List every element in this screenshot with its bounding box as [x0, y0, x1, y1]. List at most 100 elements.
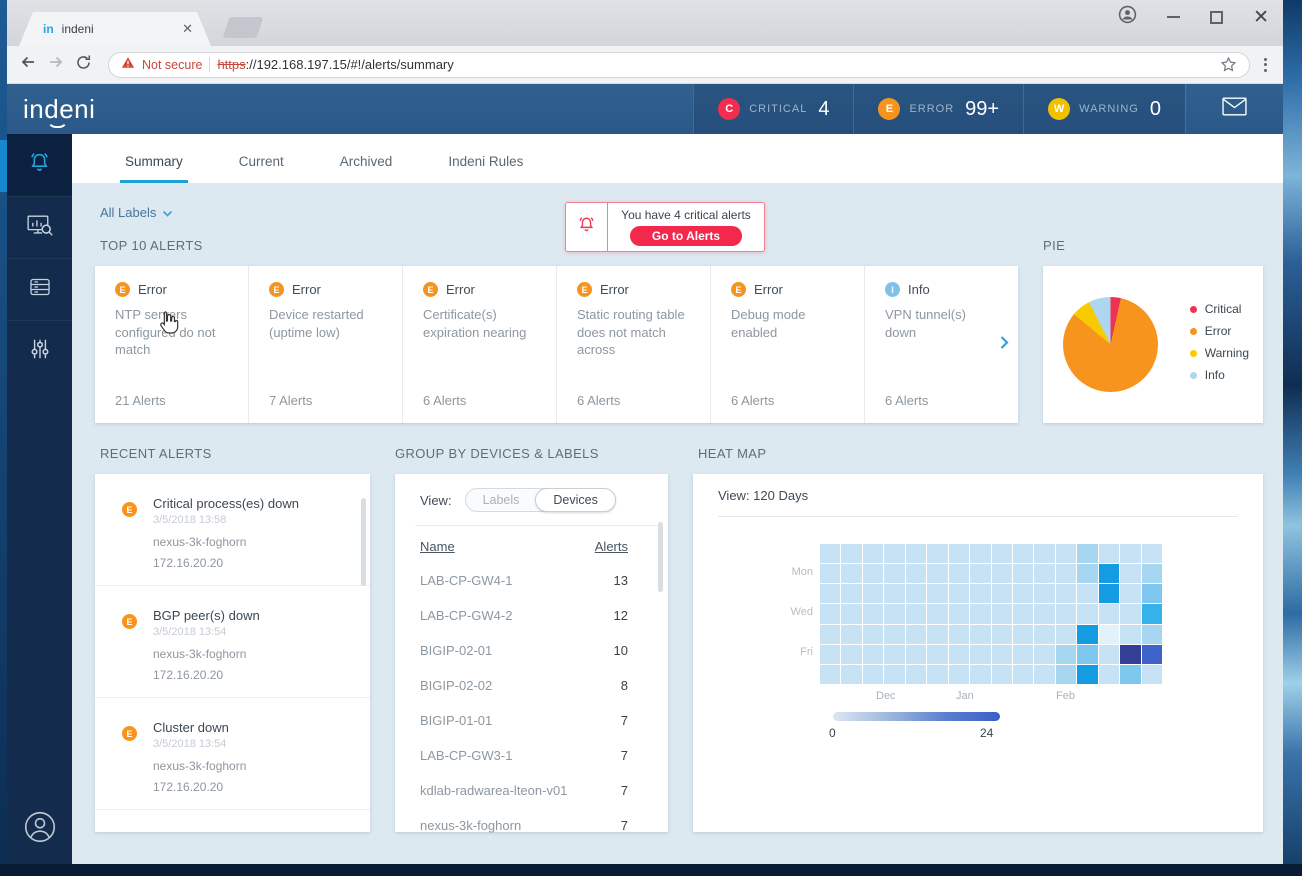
heatmap-cell[interactable]	[1012, 584, 1034, 604]
heatmap-cell[interactable]	[1034, 544, 1055, 564]
heatmap-cell[interactable]	[841, 604, 862, 624]
heatmap-cell[interactable]	[884, 624, 905, 644]
top-alert-card[interactable]: E Error Debug mode enabled 6 Alerts	[710, 266, 864, 423]
device-row[interactable]: nexus-3k-foghorn 7	[420, 808, 628, 843]
heatmap-cell[interactable]	[970, 564, 991, 584]
heatmap-cell[interactable]	[1098, 644, 1120, 664]
heatmap-cell[interactable]	[1012, 564, 1034, 584]
pie-chart[interactable]	[1063, 297, 1158, 392]
heatmap-cell[interactable]	[1120, 664, 1141, 684]
heatmap-cell[interactable]	[820, 604, 841, 624]
heatmap-cell[interactable]	[1034, 584, 1055, 604]
heatmap-cell[interactable]	[927, 584, 948, 604]
heatmap-cell[interactable]	[884, 564, 905, 584]
heatmap-cell[interactable]	[1055, 664, 1077, 684]
sidebar-item-alerts[interactable]	[7, 134, 72, 196]
heatmap-cell[interactable]	[905, 564, 927, 584]
top-alert-card[interactable]: E Error Static routing table does not matc…	[556, 266, 710, 423]
heatmap-cell[interactable]	[927, 624, 948, 644]
tab-current[interactable]: Current	[237, 154, 286, 183]
top-alert-card[interactable]: I Info VPN tunnel(s) down 6 Alerts	[864, 266, 1018, 423]
heatmap-cell[interactable]	[1098, 624, 1120, 644]
heatmap-cell[interactable]	[1098, 564, 1120, 584]
device-row[interactable]: BIGIP-01-01 7	[420, 703, 628, 738]
tab-summary[interactable]: Summary	[120, 154, 188, 183]
heatmap-cell[interactable]	[884, 644, 905, 664]
heatmap-cell[interactable]	[1141, 544, 1162, 564]
sidebar-item-devices[interactable]	[7, 258, 72, 320]
heatmap-cell[interactable]	[1098, 664, 1120, 684]
column-header-name[interactable]: Name	[420, 539, 455, 554]
heatmap-cell[interactable]	[1034, 664, 1055, 684]
heatmap-cell[interactable]	[1012, 604, 1034, 624]
recent-alert-item[interactable]: E BGP peer(s) down 3/5/2018 13:54 nexus-3k-…	[95, 586, 370, 698]
heatmap-cell[interactable]	[948, 564, 970, 584]
heatmap-cell[interactable]	[927, 664, 948, 684]
recent-alert-item[interactable]: E Critical process(es) down 3/5/2018 13:58…	[95, 474, 370, 586]
minimize-icon[interactable]	[1167, 16, 1181, 18]
heatmap-cell[interactable]	[884, 544, 905, 564]
heatmap-cell[interactable]	[927, 544, 948, 564]
heatmap-cell[interactable]	[1077, 544, 1098, 564]
heatmap-cell[interactable]	[1120, 584, 1141, 604]
heatmap-cell[interactable]	[841, 584, 862, 604]
heatmap-cell[interactable]	[948, 604, 970, 624]
heatmap-cell[interactable]	[1141, 624, 1162, 644]
heatmap-cell[interactable]	[905, 624, 927, 644]
heatmap-cell[interactable]	[862, 664, 884, 684]
heatmap-cell[interactable]	[991, 624, 1012, 644]
heatmap-cell[interactable]	[905, 664, 927, 684]
heatmap-cell[interactable]	[841, 544, 862, 564]
heatmap-cell[interactable]	[1098, 584, 1120, 604]
heatmap-cell[interactable]	[820, 584, 841, 604]
heatmap-cell[interactable]	[1120, 624, 1141, 644]
labels-filter-dropdown[interactable]: All Labels	[100, 205, 173, 220]
forward-icon[interactable]	[47, 53, 65, 76]
indeni-logo[interactable]: indeni	[7, 94, 95, 128]
heatmap-cell[interactable]	[820, 664, 841, 684]
heatmap-cell[interactable]	[841, 664, 862, 684]
not-secure-label[interactable]: Not secure	[142, 58, 202, 72]
heatmap-cell[interactable]	[884, 604, 905, 624]
heatmap-cell[interactable]	[1141, 604, 1162, 624]
heatmap-cell[interactable]	[1012, 644, 1034, 664]
heatmap-cell[interactable]	[970, 604, 991, 624]
heatmap-cell[interactable]	[1034, 564, 1055, 584]
heatmap-cell[interactable]	[1055, 604, 1077, 624]
sidebar-item-settings[interactable]	[7, 320, 72, 382]
heatmap-cell[interactable]	[1034, 644, 1055, 664]
heatmap-cell[interactable]	[1055, 564, 1077, 584]
heatmap-cell[interactable]	[1012, 624, 1034, 644]
heatmap-cell[interactable]	[991, 664, 1012, 684]
badge-critical[interactable]: C CRITICAL 4	[693, 84, 853, 134]
group-by-scrollbar[interactable]	[658, 522, 663, 592]
browser-tab[interactable]: in indeni ✕	[19, 12, 211, 46]
device-row[interactable]: LAB-CP-GW4-2 12	[420, 598, 628, 633]
heatmap-cell[interactable]	[841, 624, 862, 644]
star-icon[interactable]	[1220, 56, 1237, 73]
column-header-alerts[interactable]: Alerts	[595, 539, 628, 554]
heatmap-cell[interactable]	[905, 544, 927, 564]
heatmap-cell[interactable]	[948, 644, 970, 664]
heatmap-cell[interactable]	[991, 564, 1012, 584]
heatmap-cell[interactable]	[1034, 604, 1055, 624]
heatmap-cell[interactable]	[820, 624, 841, 644]
heatmap-cell[interactable]	[820, 564, 841, 584]
heatmap-cell[interactable]	[970, 584, 991, 604]
top-alert-card[interactable]: E Error Certificate(s) expiration nearing 6…	[402, 266, 556, 423]
heatmap-cell[interactable]	[970, 624, 991, 644]
device-row[interactable]: LAB-CP-GW4-1 13	[420, 563, 628, 598]
heatmap-cell[interactable]	[862, 544, 884, 564]
heatmap-cell[interactable]	[905, 584, 927, 604]
heatmap-cell[interactable]	[970, 544, 991, 564]
heatmap-cell[interactable]	[948, 664, 970, 684]
heatmap-cell[interactable]	[862, 644, 884, 664]
close-icon[interactable]: ✕	[1253, 8, 1269, 27]
toggle-labels[interactable]: Labels	[466, 489, 537, 511]
heatmap-cell[interactable]	[884, 584, 905, 604]
heatmap-cell[interactable]	[1141, 584, 1162, 604]
heatmap-cell[interactable]	[1055, 544, 1077, 564]
url-bar[interactable]: Not secure https://192.168.197.15/#!/ale…	[108, 51, 1250, 78]
heatmap-cell[interactable]	[948, 584, 970, 604]
device-row[interactable]: BIGIP-02-02 8	[420, 668, 628, 703]
